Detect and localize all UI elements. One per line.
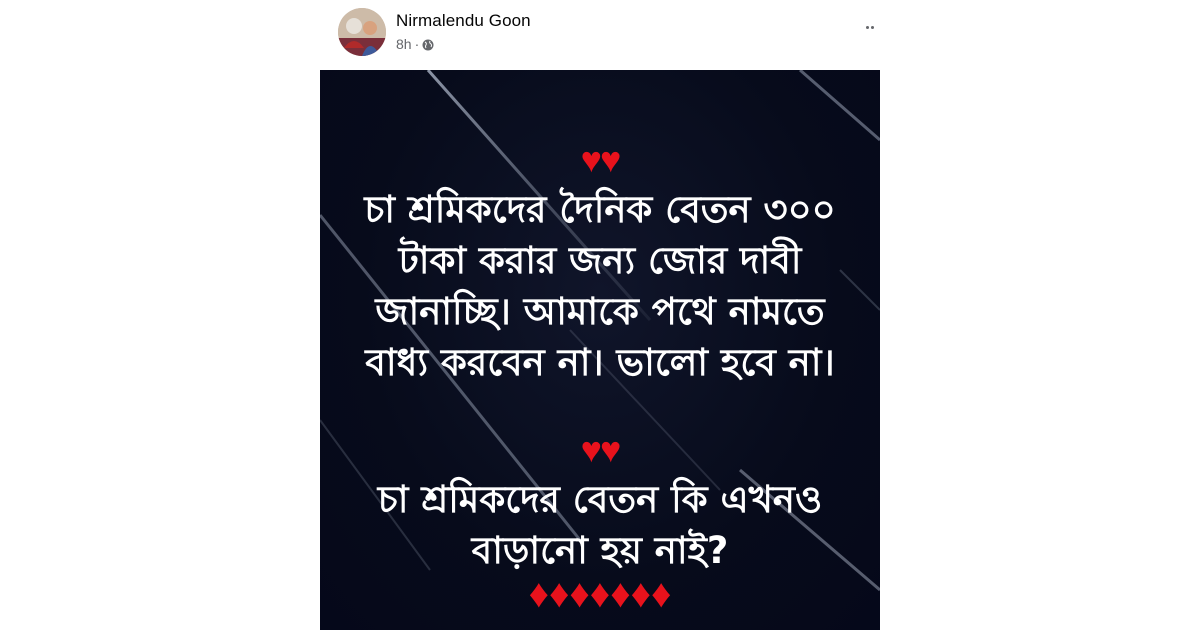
author-name[interactable]: Nirmalendu Goon xyxy=(396,11,531,31)
image-message-1-text: চা শ্রমিকদের দৈনিক বেতন ৩০০ টাকা করার জন… xyxy=(364,188,836,384)
more-options-icon[interactable] xyxy=(866,24,878,30)
post-header: Nirmalendu Goon 8h · xyxy=(338,8,884,62)
post-meta: 8h · xyxy=(396,36,434,52)
image-message-2: চা শ্রমিকদের বেতন কি এখনও বাড়ানো হয় না… xyxy=(320,474,880,576)
image-message-2-text: চা শ্রমিকদের বেতন কি এখনও বাড়ানো হয় না… xyxy=(377,478,823,572)
hearts-decoration-top: ♥♥ xyxy=(580,139,622,180)
meta-separator: · xyxy=(414,36,420,52)
image-message-1: চা শ্রমিকদের দৈনিক বেতন ৩০০ টাকা করার জন… xyxy=(320,184,880,388)
avatar[interactable] xyxy=(338,8,386,56)
globe-icon[interactable] xyxy=(422,38,434,51)
hearts-decoration-middle: ♥♥ xyxy=(580,429,622,470)
diamonds-decoration: ♦♦♦♦♦♦♦ xyxy=(528,572,672,616)
post-time[interactable]: 8h xyxy=(396,36,412,52)
post-image[interactable]: ♥♥ চা শ্রমিকদের দৈনিক বেতন ৩০০ টাকা করার… xyxy=(320,70,880,630)
